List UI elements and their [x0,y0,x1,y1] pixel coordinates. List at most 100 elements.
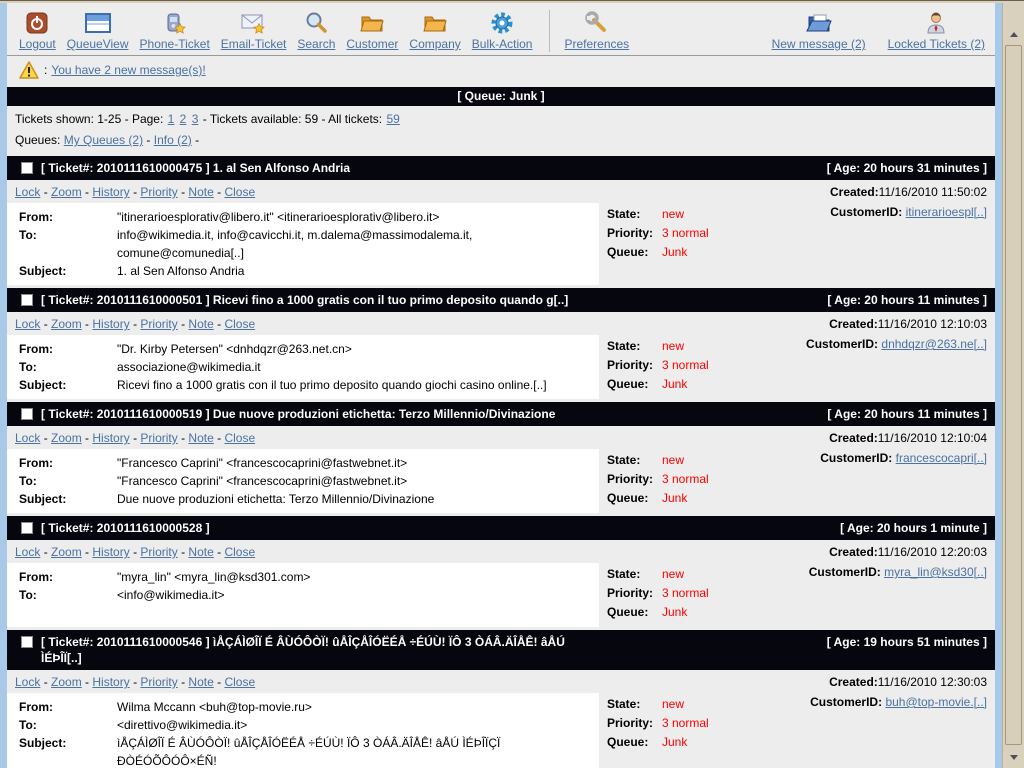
ticket-action-zoom[interactable]: Zoom [51,431,82,445]
queueview-icon[interactable] [85,9,111,37]
new-message-icon[interactable] [806,9,832,37]
ticket-action-note[interactable]: Note [188,545,213,559]
scrollbar-up-arrow[interactable] [1003,27,1024,41]
toolbar-link-new-message-2[interactable]: New message (2) [772,37,866,51]
ticket-action-priority[interactable]: Priority [140,185,177,199]
company-icon[interactable] [423,9,447,37]
ticket-action-zoom[interactable]: Zoom [51,675,82,689]
toolbar-item-email-ticket[interactable]: Email-Ticket [221,9,287,52]
new-messages-link[interactable]: You have 2 new message(s)! [51,63,205,77]
ticket-action-lock[interactable]: Lock [15,185,40,199]
ticket-action-lock[interactable]: Lock [15,675,40,689]
toolbar-item-company[interactable]: Company [409,9,460,52]
scrollbar-down-arrow[interactable] [1003,750,1024,764]
queue-value: Junk [662,489,687,508]
toolbar-link-company[interactable]: Company [409,37,460,51]
scrollbar-thumb[interactable] [1005,45,1022,745]
ticket-action-priority[interactable]: Priority [140,431,177,445]
customerid-link[interactable]: itinerarioespl[..] [906,205,987,219]
ticket-action-zoom[interactable]: Zoom [51,545,82,559]
queue-label: Queue: [607,603,662,622]
customerid-link[interactable]: myra_lin@ksd30[..] [884,565,987,579]
ticket-action-close[interactable]: Close [224,545,255,559]
toolbar-item-logout[interactable]: Logout [19,9,56,52]
action-separator: - [178,431,189,445]
toolbar-item-locked-tickets-2[interactable]: Locked Tickets (2) [888,9,985,51]
to-label: To: [7,586,117,604]
toolbar-link-locked-tickets-2[interactable]: Locked Tickets (2) [888,37,985,51]
bulk-action-icon[interactable] [490,9,514,37]
vertical-scrollbar[interactable] [1002,3,1024,768]
ticket-action-history[interactable]: History [92,431,129,445]
toolbar-item-queueview[interactable]: QueueView [67,9,129,52]
warning-icon [19,61,39,79]
ticket-action-note[interactable]: Note [188,431,213,445]
ticket-checkbox[interactable] [21,162,33,174]
ticket-action-note[interactable]: Note [188,185,213,199]
email-ticket-icon[interactable] [241,9,267,37]
ticket-action-priority[interactable]: Priority [140,317,177,331]
ticket-checkbox[interactable] [21,636,33,648]
ticket-action-close[interactable]: Close [224,675,255,689]
preferences-icon[interactable] [585,9,609,37]
ticket-action-lock[interactable]: Lock [15,317,40,331]
meta-row: Priority:3 normal [607,356,709,375]
toolbar-item-preferences[interactable]: Preferences [564,9,629,52]
toolbar-item-bulk-action[interactable]: Bulk-Action [472,9,533,52]
toolbar-item-customer[interactable]: Customer [346,9,398,52]
ticket-action-history[interactable]: History [92,545,129,559]
toolbar-item-phone-ticket[interactable]: Phone-Ticket [140,9,210,52]
ticket-checkbox[interactable] [21,522,33,534]
ticket-age: [ Age: 20 hours 11 minutes ] [586,292,987,308]
toolbar-link-logout[interactable]: Logout [19,37,56,51]
toolbar-item-new-message-2[interactable]: New message (2) [772,9,866,51]
ticket-action-priority[interactable]: Priority [140,545,177,559]
customerid-link[interactable]: francescocapri[..] [896,451,987,465]
locked-tickets-icon[interactable] [924,9,948,37]
ticket-action-zoom[interactable]: Zoom [51,317,82,331]
queue-value: Junk [662,243,687,262]
customer-icon[interactable] [360,9,384,37]
toolbar-item-search[interactable]: Search [297,9,335,52]
ticket-action-history[interactable]: History [92,675,129,689]
ticket-action-zoom[interactable]: Zoom [51,185,82,199]
page-link-2[interactable]: 2 [180,112,187,126]
queue-link-info-2[interactable]: Info (2) [154,133,192,147]
ticket-action-history[interactable]: History [92,185,129,199]
page-link-1[interactable]: 1 [168,112,175,126]
ticket-action-lock[interactable]: Lock [15,431,40,445]
toolbar-link-phone-ticket[interactable]: Phone-Ticket [140,37,210,51]
ticket-header-bar: [ Ticket#: 2010111610000519 ] Due nuove … [7,402,995,426]
search-icon[interactable] [304,9,328,37]
ticket-action-lock[interactable]: Lock [15,545,40,559]
ticket-action-priority[interactable]: Priority [140,675,177,689]
queues-label: Queues: [15,133,60,147]
phone-ticket-icon[interactable] [163,9,187,37]
logout-icon[interactable] [25,9,49,37]
toolbar-link-bulk-action[interactable]: Bulk-Action [472,37,533,51]
toolbar-link-search[interactable]: Search [297,37,335,51]
all-tickets-link[interactable]: 59 [386,112,399,126]
queue-link-my-queues-2[interactable]: My Queues (2) [64,133,143,147]
page-link-3[interactable]: 3 [192,112,199,126]
toolbar-link-email-ticket[interactable]: Email-Ticket [221,37,287,51]
customer-block: CustomerID: buh@top-movie.[..] [810,695,987,709]
ticket-checkbox[interactable] [21,294,33,306]
ticket-action-close[interactable]: Close [224,431,255,445]
toolbar-link-customer[interactable]: Customer [346,37,398,51]
ticket-created: Created:11/16/2010 11:50:02 [830,185,987,199]
customerid-link[interactable]: dnhdqzr@263.ne[..] [881,337,987,351]
ticket-action-close[interactable]: Close [224,317,255,331]
toolbar-link-queueview[interactable]: QueueView [67,37,129,51]
state-label: State: [607,451,662,470]
action-separator: - [214,317,225,331]
ticket-action-close[interactable]: Close [224,185,255,199]
ticket-action-note[interactable]: Note [188,675,213,689]
ticket-action-note[interactable]: Note [188,317,213,331]
ticket-checkbox[interactable] [21,408,33,420]
ticket-action-history[interactable]: History [92,317,129,331]
created-label: Created: [829,675,878,689]
customerid-link[interactable]: buh@top-movie.[..] [885,695,987,709]
toolbar-link-preferences[interactable]: Preferences [564,37,629,51]
ticket-subheader: Lock - Zoom - History - Priority - Note … [7,670,995,693]
